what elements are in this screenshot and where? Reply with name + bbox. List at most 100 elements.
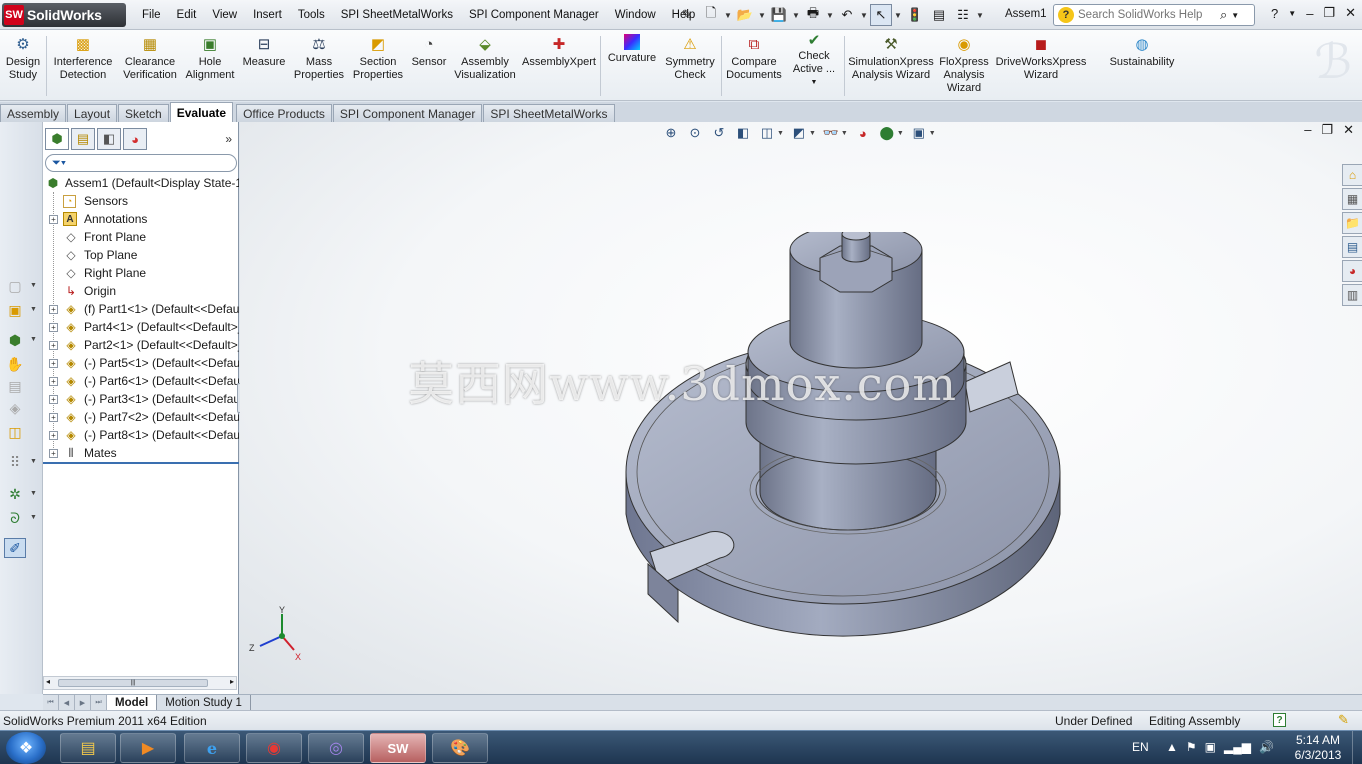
tab-assembly[interactable]: Assembly <box>0 104 67 122</box>
tab-sketch[interactable]: Sketch <box>118 104 169 122</box>
tree-item-front-plane[interactable]: ◇ Front Plane <box>43 228 239 246</box>
expand-icon[interactable]: + <box>49 412 58 422</box>
view-settings-icon[interactable]: ▣ <box>910 124 928 142</box>
next-tab-icon[interactable]: ▶ <box>75 695 91 710</box>
chevron-down-icon[interactable]: ▼ <box>1288 9 1296 18</box>
paint-icon[interactable]: 🎨 <box>432 733 488 763</box>
tab-office-products[interactable]: Office Products <box>236 104 332 122</box>
mass-properties-button[interactable]: ⚖ Mass Properties <box>292 34 346 82</box>
explorer-icon[interactable]: ▤ <box>60 733 116 763</box>
select-arrow-icon[interactable]: ↖ <box>870 4 892 26</box>
tree-item-part8[interactable]: + ◈ (-) Part8<1> (Default<<Default>_Disp… <box>43 426 239 444</box>
display-manager-tab-icon[interactable]: ◕ <box>123 128 147 150</box>
tree-item-part5[interactable]: + ◈ (-) Part5<1> (Default<<Default>_Disp… <box>43 354 239 372</box>
menu-view[interactable]: View <box>204 9 245 21</box>
menu-spi-component-manager[interactable]: SPI Component Manager <box>461 9 607 21</box>
menu-file[interactable]: File <box>134 9 169 21</box>
expand-icon[interactable]: + <box>49 358 58 368</box>
language-indicator[interactable]: EN <box>1132 740 1149 754</box>
chevron-down-icon[interactable]: ▼ <box>976 11 984 20</box>
scroll-left-icon[interactable]: ◂ <box>46 677 50 686</box>
sustainability-button[interactable]: ◍ Sustainability <box>1106 34 1178 69</box>
chevron-down-icon[interactable]: ▼ <box>788 76 840 89</box>
design-library-icon[interactable]: ▦ <box>1342 188 1362 210</box>
show-hidden-icons-icon[interactable]: ▲ <box>1166 740 1178 754</box>
feature-tree-tab-icon[interactable]: ⬢ <box>45 128 69 150</box>
chevron-down-icon[interactable]: ▼ <box>30 490 37 497</box>
tree-item-part4[interactable]: + ◈ Part4<1> (Default<<Default>_Display … <box>43 318 239 336</box>
tree-item-part2[interactable]: + ◈ Part2<1> (Default<<Default>_Display … <box>43 336 239 354</box>
insert-component-icon[interactable]: ▢ <box>4 276 26 296</box>
pin-icon[interactable]: ✎ <box>676 4 698 26</box>
chevron-down-icon[interactable]: ▼ <box>809 130 816 137</box>
tab-spi-sheetmetalworks[interactable]: SPI SheetMetalWorks <box>483 104 615 122</box>
chevron-down-icon[interactable]: ▼ <box>792 11 800 20</box>
zoom-to-fit-icon[interactable]: ⊕ <box>662 124 680 142</box>
previous-tab-icon[interactable]: ◀ <box>59 695 75 710</box>
display-style-icon[interactable]: ◩ <box>790 124 808 142</box>
expand-icon[interactable]: + <box>49 376 58 386</box>
driveworksxpress-button[interactable]: ◼ DriveWorksXpress Wizard <box>994 34 1088 82</box>
chevron-down-icon[interactable]: ▼ <box>897 130 904 137</box>
scroll-right-icon[interactable]: ▸ <box>230 677 234 686</box>
view-orientation-icon[interactable]: ◫ <box>758 124 776 142</box>
tab-evaluate[interactable]: Evaluate <box>169 102 234 122</box>
clearance-verification-button[interactable]: ▦ Clearance Verification <box>120 34 180 82</box>
reference-geometry-icon[interactable]: ◫ <box>4 422 26 442</box>
tree-item-annotations[interactable]: + A Annotations <box>43 210 239 228</box>
action-center-flag-icon[interactable]: ⚑ <box>1186 740 1197 754</box>
expand-icon[interactable]: + <box>49 304 58 314</box>
solidworks-logo[interactable]: SW SolidWorks <box>2 3 126 27</box>
file-properties-icon[interactable]: ▤ <box>928 4 950 26</box>
chrome-icon[interactable]: ◉ <box>246 733 302 763</box>
configuration-manager-tab-icon[interactable]: ◧ <box>97 128 121 150</box>
show-desktop-button[interactable] <box>1352 731 1362 764</box>
chevron-down-icon[interactable]: ▼ <box>30 458 37 465</box>
search-box[interactable]: ? ⌕ ▼ <box>1053 4 1255 26</box>
custom-properties-icon[interactable]: ▥ <box>1342 284 1362 306</box>
design-study-button[interactable]: ⚙ Design Study <box>4 34 42 82</box>
chevron-down-icon[interactable]: ▼ <box>894 11 902 20</box>
start-button-icon[interactable]: ❖ <box>6 732 46 764</box>
tree-item-mates[interactable]: + ⫴ Mates <box>43 444 239 462</box>
zoom-to-area-icon[interactable]: ⊙ <box>686 124 704 142</box>
appearances-icon[interactable]: ◕ <box>1342 260 1362 282</box>
menu-spi-sheetmetalworks[interactable]: SPI SheetMetalWorks <box>333 9 461 21</box>
restore-icon[interactable]: ❐ <box>1323 5 1335 21</box>
explode-line-icon[interactable]: ᘐ <box>4 508 26 528</box>
rebuild-indicator-icon[interactable]: ✎ <box>1338 712 1349 728</box>
expand-icon[interactable]: + <box>49 214 58 224</box>
tree-item-right-plane[interactable]: ◇ Right Plane <box>43 264 239 282</box>
hide-show-items-icon[interactable]: 👓 <box>822 124 840 142</box>
new-document-icon[interactable]: 🗋 <box>700 4 722 26</box>
smart-fasteners-icon[interactable]: ✲ <box>4 484 26 504</box>
media-player-icon[interactable]: ▶ <box>120 733 176 763</box>
expand-icon[interactable]: + <box>49 340 58 350</box>
apply-scene-icon[interactable]: ⬤ <box>878 124 896 142</box>
chevron-down-icon[interactable]: ▼ <box>860 11 868 20</box>
check-active-button[interactable]: ✔ Check Active ... ▼ <box>788 32 840 89</box>
previous-view-icon[interactable]: ↺ <box>710 124 728 142</box>
search-icon[interactable]: ⌕ <box>1220 7 1227 23</box>
property-manager-tab-icon[interactable]: ▤ <box>71 128 95 150</box>
close-icon[interactable]: ✕ <box>1343 122 1354 138</box>
tree-root[interactable]: ⬢ Assem1 (Default<Display State-1>) <box>43 174 239 192</box>
network-signal-icon[interactable]: ▂▄▆ <box>1224 740 1251 754</box>
tree-item-part3[interactable]: + ◈ (-) Part3<1> (Default<<Default>_Disp… <box>43 390 239 408</box>
last-tab-icon[interactable]: ⏭ <box>91 695 107 710</box>
expand-icon[interactable]: + <box>49 430 58 440</box>
symmetry-check-button[interactable]: ⚠ Symmetry Check <box>662 34 718 82</box>
search-input[interactable] <box>1078 9 1214 21</box>
menu-window[interactable]: Window <box>607 9 664 21</box>
minimize-icon[interactable]: – <box>1306 6 1313 21</box>
horizontal-scrollbar[interactable]: ◂ ||| ▸ <box>43 676 237 690</box>
help-icon[interactable]: ? <box>1273 713 1286 727</box>
menu-tools[interactable]: Tools <box>290 9 333 21</box>
move-component-icon[interactable]: ✋ <box>4 354 26 374</box>
simulationxpress-button[interactable]: ⚒ SimulationXpress Analysis Wizard <box>848 34 934 82</box>
tree-item-part6[interactable]: + ◈ (-) Part6<1> (Default<<Default>_Disp… <box>43 372 239 390</box>
chevron-down-icon[interactable]: ▼ <box>758 11 766 20</box>
tab-spi-component-manager[interactable]: SPI Component Manager <box>332 104 483 122</box>
tree-filter[interactable]: ⏷▾ <box>45 154 237 172</box>
internet-explorer-icon[interactable]: e <box>184 733 240 763</box>
